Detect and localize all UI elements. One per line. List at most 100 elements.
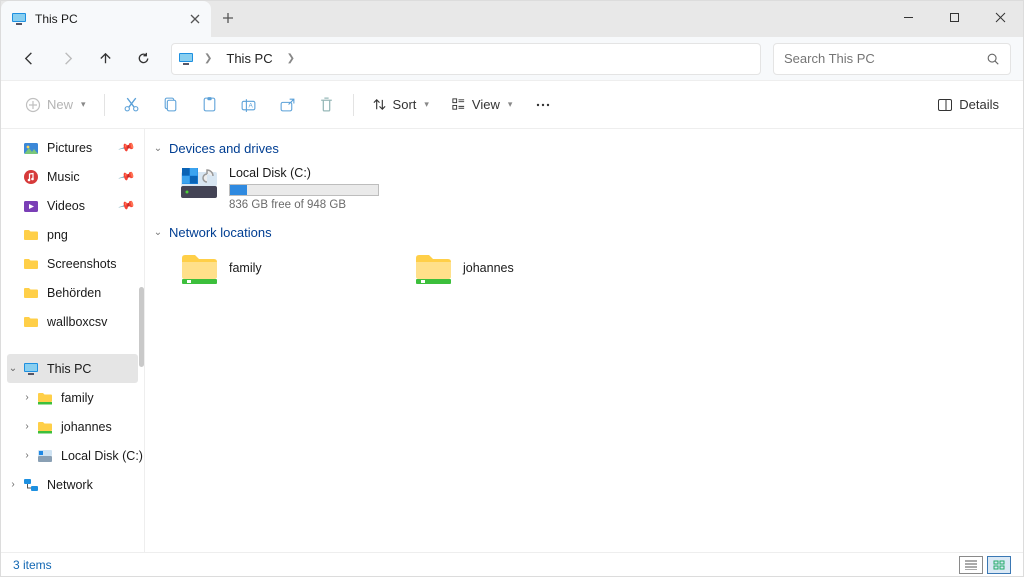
location-name: johannes <box>463 261 514 275</box>
view-button[interactable]: View ▾ <box>441 88 522 122</box>
minimize-button[interactable] <box>885 1 931 33</box>
address-bar[interactable]: ❯ This PC ❯ <box>171 43 761 75</box>
list-item-network-location[interactable]: johannes <box>413 250 619 286</box>
sidebar-item-label: Pictures <box>47 141 92 155</box>
sidebar-item-this-pc[interactable]: ⌄ This PC <box>7 354 138 383</box>
group-label: Network locations <box>169 225 272 240</box>
pictures-icon <box>23 140 39 156</box>
sidebar-item-label: Videos <box>47 199 85 213</box>
drive-free-text: 836 GB free of 948 GB <box>229 199 531 211</box>
chevron-right-icon[interactable]: › <box>21 450 33 462</box>
sidebar-item-johannes[interactable]: › johannes <box>1 412 144 441</box>
chevron-right-icon[interactable]: ❯ <box>283 53 299 64</box>
paste-button[interactable] <box>191 88 228 122</box>
sort-button[interactable]: Sort ▾ <box>362 88 439 122</box>
list-item-network-location[interactable]: family <box>179 250 385 286</box>
new-label: New <box>47 97 73 112</box>
sidebar-item-png[interactable]: png <box>1 220 144 249</box>
tiles-view-button[interactable] <box>987 556 1011 574</box>
chevron-down-icon[interactable]: ⌄ <box>151 143 165 154</box>
folder-icon <box>23 256 39 272</box>
search-icon[interactable] <box>986 52 1000 66</box>
new-button[interactable]: New ▾ <box>15 88 96 122</box>
list-item-drive[interactable]: Local Disk (C:) 836 GB free of 948 GB <box>151 162 531 221</box>
group-header-network[interactable]: ⌄ Network locations <box>151 221 1017 246</box>
refresh-button[interactable] <box>127 43 159 75</box>
folder-icon <box>23 314 39 330</box>
item-count: 3 items <box>13 558 52 572</box>
sort-label: Sort <box>393 97 417 112</box>
search-input[interactable] <box>784 51 980 66</box>
content-pane[interactable]: ⌄ Devices and drives Local Disk (C:) 836… <box>145 129 1023 552</box>
folder-icon <box>23 285 39 301</box>
this-pc-icon <box>11 11 27 27</box>
svg-text:A: A <box>248 103 253 110</box>
network-folder-icon <box>37 390 53 406</box>
sidebar-item-label: family <box>61 391 94 405</box>
network-folder-icon <box>179 250 219 286</box>
window-close-button[interactable] <box>977 1 1023 33</box>
chevron-right-icon[interactable]: ❯ <box>200 53 216 64</box>
tab-title: This PC <box>35 12 181 26</box>
scrollbar-thumb[interactable] <box>139 287 144 367</box>
search-box[interactable] <box>773 43 1011 75</box>
group-label: Devices and drives <box>169 141 279 156</box>
chevron-down-icon[interactable]: ⌄ <box>151 227 165 238</box>
address-row: ❯ This PC ❯ <box>1 37 1023 81</box>
rename-button[interactable]: A <box>230 88 267 122</box>
pin-icon: 📌 <box>118 196 136 214</box>
window-tab[interactable]: This PC <box>1 1 211 37</box>
back-button[interactable] <box>13 43 45 75</box>
sidebar-item-network[interactable]: › Network <box>1 470 144 499</box>
sidebar-item-label: Local Disk (C:) <box>61 449 143 463</box>
details-pane-button[interactable]: Details <box>927 88 1009 122</box>
copy-button[interactable] <box>152 88 189 122</box>
chevron-down-icon[interactable]: ⌄ <box>7 363 19 375</box>
details-label: Details <box>959 97 999 112</box>
sidebar-item-family[interactable]: › family <box>1 383 144 412</box>
chevron-right-icon[interactable]: › <box>7 479 19 491</box>
pin-icon: 📌 <box>118 167 136 185</box>
folder-icon <box>23 227 39 243</box>
navigation-pane[interactable]: Pictures 📌 Music 📌 Videos 📌 png Screensh… <box>1 129 145 552</box>
details-view-button[interactable] <box>959 556 983 574</box>
sidebar-item-label: wallboxcsv <box>47 315 107 329</box>
sidebar-item-local-disk[interactable]: › Local Disk (C:) <box>1 441 144 470</box>
more-button[interactable] <box>524 88 562 122</box>
sidebar-item-videos[interactable]: Videos 📌 <box>1 191 144 220</box>
toolbar: New ▾ A Sort ▾ View ▾ Details <box>1 81 1023 129</box>
location-name: family <box>229 261 262 275</box>
sidebar-item-behoerden[interactable]: Behörden <box>1 278 144 307</box>
pin-icon: 📌 <box>118 138 136 156</box>
drive-capacity-bar <box>229 184 379 196</box>
titlebar: This PC <box>1 1 1023 37</box>
drive-name: Local Disk (C:) <box>229 166 531 180</box>
maximize-button[interactable] <box>931 1 977 33</box>
sidebar-item-music[interactable]: Music 📌 <box>1 162 144 191</box>
sidebar-item-screenshots[interactable]: Screenshots <box>1 249 144 278</box>
sidebar-item-label: This PC <box>47 362 91 376</box>
sidebar-item-label: Network <box>47 478 93 492</box>
music-icon <box>23 169 39 185</box>
forward-button[interactable] <box>51 43 83 75</box>
share-button[interactable] <box>269 88 306 122</box>
this-pc-icon <box>23 361 39 377</box>
chevron-right-icon[interactable]: › <box>21 421 33 433</box>
sidebar-item-wallboxcsv[interactable]: wallboxcsv <box>1 307 144 336</box>
window-controls <box>885 1 1023 33</box>
group-header-devices[interactable]: ⌄ Devices and drives <box>151 137 1017 162</box>
delete-button[interactable] <box>308 88 345 122</box>
chevron-right-icon[interactable]: › <box>21 392 33 404</box>
view-label: View <box>472 97 500 112</box>
sidebar-item-pictures[interactable]: Pictures 📌 <box>1 133 144 162</box>
network-folder-icon <box>37 419 53 435</box>
sidebar-item-label: Behörden <box>47 286 101 300</box>
up-button[interactable] <box>89 43 121 75</box>
disk-icon <box>179 166 219 202</box>
sidebar-item-label: Music <box>47 170 80 184</box>
new-tab-button[interactable] <box>211 1 245 35</box>
close-tab-icon[interactable] <box>189 13 201 25</box>
breadcrumb-item[interactable]: This PC <box>222 51 276 66</box>
sidebar-item-label: Screenshots <box>47 257 116 271</box>
cut-button[interactable] <box>113 88 150 122</box>
